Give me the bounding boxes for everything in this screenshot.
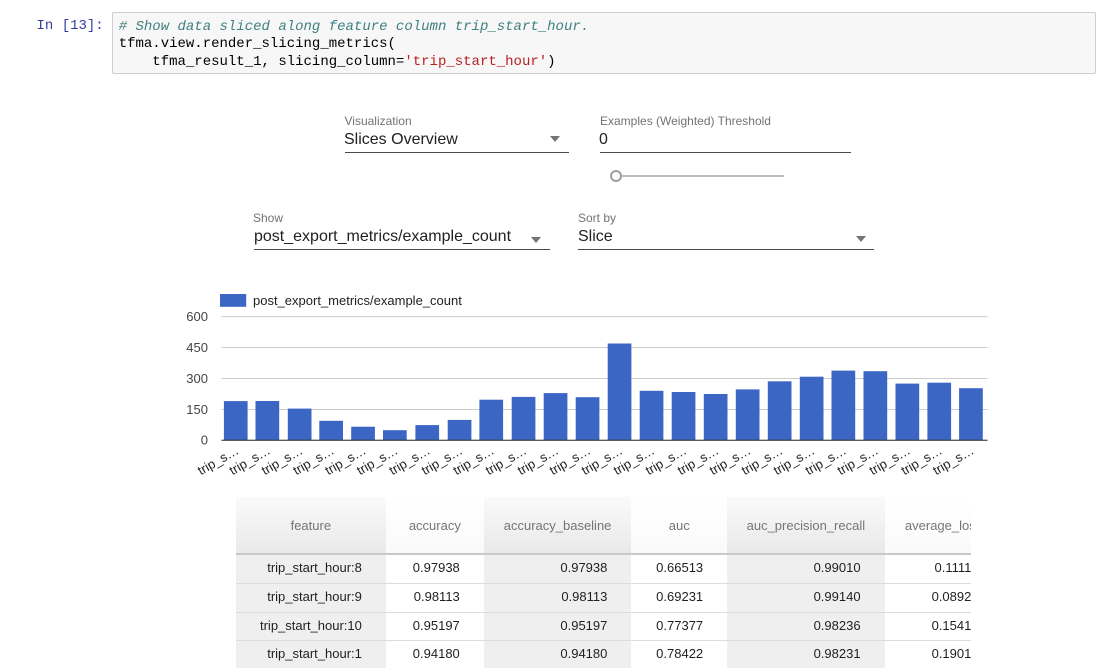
svg-text:post_export_metrics/example_co: post_export_metrics/example_count — [253, 293, 462, 308]
svg-text:450: 450 — [186, 340, 208, 355]
svg-text:150: 150 — [186, 402, 208, 417]
svg-text:0: 0 — [201, 433, 208, 448]
svg-text:300: 300 — [186, 371, 208, 386]
svg-text:600: 600 — [186, 309, 208, 324]
